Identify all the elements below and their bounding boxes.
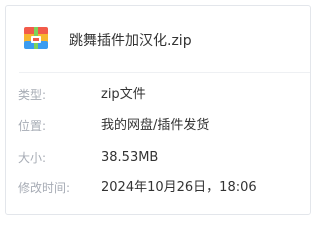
modified-time-value: 2024年10月26日，18:06	[101, 180, 257, 195]
location-label: 位置:	[18, 119, 47, 133]
file-header: 跳舞插件加汉化.zip	[6, 6, 310, 72]
detail-row-type: 类型: zip文件	[6, 86, 310, 104]
location-value: 我的网盘/插件发货	[101, 118, 210, 133]
size-label: 大小:	[18, 151, 47, 165]
type-value: zip文件	[101, 87, 146, 102]
detail-row-modified: 修改时间: 2024年10月26日，18:06	[6, 179, 310, 197]
type-label: 类型:	[18, 88, 47, 102]
detail-row-location: 位置: 我的网盘/插件发货	[6, 117, 310, 135]
file-info-card: 跳舞插件加汉化.zip 类型: zip文件 位置: 我的网盘/插件发货 大小: …	[5, 5, 311, 215]
divider	[19, 72, 310, 73]
size-value: 38.53MB	[101, 150, 159, 165]
zip-archive-icon	[23, 25, 49, 51]
detail-row-size: 大小: 38.53MB	[6, 149, 310, 167]
file-name: 跳舞插件加汉化.zip	[69, 33, 192, 49]
modified-time-label: 修改时间:	[18, 181, 71, 195]
